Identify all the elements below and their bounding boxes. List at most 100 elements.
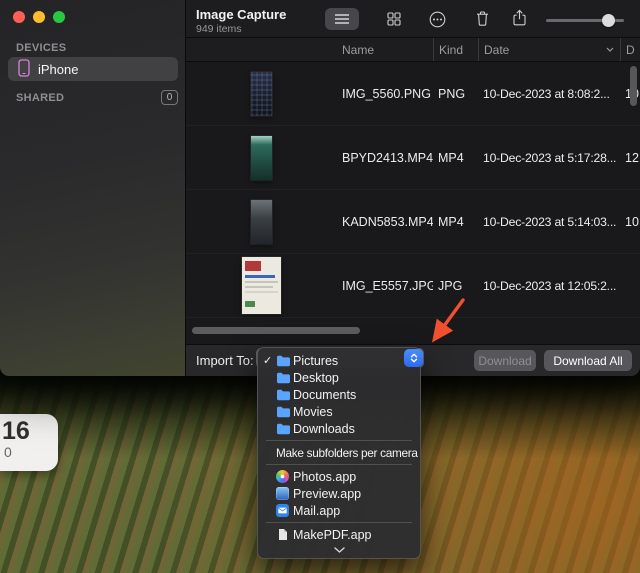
menu-separator <box>266 464 412 465</box>
menu-item-preview-app[interactable]: Preview.app <box>258 485 420 502</box>
more-options-button[interactable] <box>429 11 446 28</box>
menu-item-desktop[interactable]: Desktop <box>258 369 420 386</box>
menu-item-downloads[interactable]: Downloads <box>258 420 420 437</box>
menu-item-movies[interactable]: Movies <box>258 403 420 420</box>
menu-item-make-subfolders[interactable]: Make subfolders per camera <box>258 444 420 461</box>
menu-item-label: Make subfolders per camera <box>276 446 418 460</box>
menu-separator <box>266 522 412 523</box>
thumbnail-zoom-slider[interactable] <box>546 10 632 30</box>
grid-view-icon <box>387 12 401 26</box>
name-header-label: Name <box>342 43 374 57</box>
table-row[interactable]: KADN5853.MP4 MP4 10-Dec-2023 at 5:14:03.… <box>186 190 640 254</box>
popup-chevrons-button[interactable] <box>404 349 423 367</box>
menu-item-documents[interactable]: Documents <box>258 386 420 403</box>
device-name-label: iPhone <box>38 62 78 77</box>
shared-section: SHARED 0 <box>16 90 178 105</box>
horizontal-scroll-area <box>186 318 640 344</box>
menu-item-photos-app[interactable]: Photos.app <box>258 468 420 485</box>
list-view-icon <box>334 13 350 25</box>
file-extra: 10 <box>620 215 640 229</box>
trash-icon <box>475 10 490 27</box>
menu-item-label: Downloads <box>293 422 355 436</box>
menu-item-mail-app[interactable]: Mail.app <box>258 502 420 519</box>
column-header-kind[interactable]: Kind <box>433 38 478 61</box>
menu-scroll-down-icon[interactable] <box>258 543 420 556</box>
thumbnail-cell <box>186 200 336 244</box>
share-button[interactable] <box>512 9 527 27</box>
close-button[interactable] <box>13 11 25 23</box>
grid-view-button[interactable] <box>387 12 401 26</box>
overlay-card-text: 16 <box>2 418 58 444</box>
menu-item-label: Mail.app <box>293 504 340 518</box>
file-thumbnail <box>251 136 272 180</box>
screen: 16 0 DEVICES iPhone SHARED <box>0 0 640 573</box>
preview-app-icon <box>276 487 293 500</box>
column-header-thumbnail <box>186 38 336 61</box>
main-content: Image Capture 949 items <box>186 0 640 376</box>
shared-section-label: SHARED <box>16 92 64 104</box>
items-count: 949 items <box>196 23 242 35</box>
cropped-overlay-card: 16 0 <box>0 414 58 471</box>
kind-header-label: Kind <box>439 43 463 57</box>
share-export-icon <box>512 9 527 27</box>
file-thumbnail <box>242 257 281 314</box>
sidebar-item-iphone[interactable]: iPhone <box>8 57 178 81</box>
file-thumbnail <box>251 72 272 116</box>
table-row[interactable]: IMG_5560.PNG PNG 10-Dec-2023 at 8:08:2..… <box>186 62 640 126</box>
extra-header-label: D <box>626 43 635 57</box>
up-down-chevrons-icon <box>410 353 418 363</box>
menu-item-label: Pictures <box>293 354 338 368</box>
menu-item-label: Movies <box>293 405 333 419</box>
menu-item-label: Preview.app <box>293 487 361 501</box>
delete-button[interactable] <box>475 10 490 27</box>
shared-count-badge: 0 <box>161 90 178 105</box>
column-header-date[interactable]: Date <box>478 38 620 61</box>
import-to-label: Import To: <box>196 353 254 368</box>
download-all-button[interactable]: Download All <box>544 350 632 371</box>
menu-item-makepdf-app[interactable]: MakePDF.app <box>258 526 420 543</box>
menu-separator <box>266 440 412 441</box>
sort-chevron-down-icon <box>606 47 614 52</box>
file-name: IMG_E5557.JPG <box>336 279 433 293</box>
file-list: IMG_5560.PNG PNG 10-Dec-2023 at 8:08:2..… <box>186 62 640 318</box>
column-header-extra[interactable]: D <box>620 38 640 61</box>
horizontal-scrollbar[interactable] <box>192 327 360 334</box>
menu-item-label: MakePDF.app <box>293 528 372 542</box>
menu-item-pictures[interactable]: ✓ Pictures <box>258 352 420 369</box>
file-name: KADN5853.MP4 <box>336 215 433 229</box>
file-name: IMG_5560.PNG <box>336 87 433 101</box>
list-view-button[interactable] <box>325 8 359 30</box>
download-button[interactable]: Download <box>474 350 536 371</box>
file-date: 10-Dec-2023 at 8:08:2... <box>478 87 620 101</box>
table-row[interactable]: IMG_E5557.JPG JPG 10-Dec-2023 at 12:05:2… <box>186 254 640 318</box>
photos-app-icon <box>276 470 293 483</box>
minimize-button[interactable] <box>33 11 45 23</box>
checkmark-icon: ✓ <box>263 354 276 367</box>
window-controls <box>13 11 65 23</box>
file-date: 10-Dec-2023 at 12:05:2... <box>478 279 620 293</box>
column-header-name[interactable]: Name <box>336 38 433 61</box>
table-row[interactable]: BPYD2413.MP4 MP4 10-Dec-2023 at 5:17:28.… <box>186 126 640 190</box>
iphone-icon <box>18 59 30 80</box>
folder-icon <box>276 372 293 384</box>
vertical-scrollbar[interactable] <box>630 66 637 106</box>
file-name: BPYD2413.MP4 <box>336 151 433 165</box>
image-capture-window: DEVICES iPhone SHARED 0 Image Capture 94… <box>0 0 640 376</box>
file-date: 10-Dec-2023 at 5:17:28... <box>478 151 620 165</box>
titlebar: Image Capture 949 items <box>186 0 640 38</box>
menu-item-label: Documents <box>293 388 356 402</box>
file-kind: JPG <box>433 279 478 293</box>
date-header-label: Date <box>484 43 509 57</box>
thumbnail-cell <box>186 72 336 116</box>
mail-app-icon <box>276 504 293 517</box>
table-header: Name Kind Date D <box>186 38 640 62</box>
zoom-window-button[interactable] <box>53 11 65 23</box>
window-title: Image Capture <box>196 7 286 22</box>
file-date: 10-Dec-2023 at 5:14:03... <box>478 215 620 229</box>
overlay-card-subtext: 0 <box>4 444 58 460</box>
import-to-menu: ✓ Pictures Desktop Documents Movi <box>257 347 421 559</box>
file-thumbnail <box>251 200 272 244</box>
folder-icon <box>276 406 293 418</box>
slider-knob[interactable] <box>602 14 615 27</box>
thumbnail-cell <box>186 136 336 180</box>
